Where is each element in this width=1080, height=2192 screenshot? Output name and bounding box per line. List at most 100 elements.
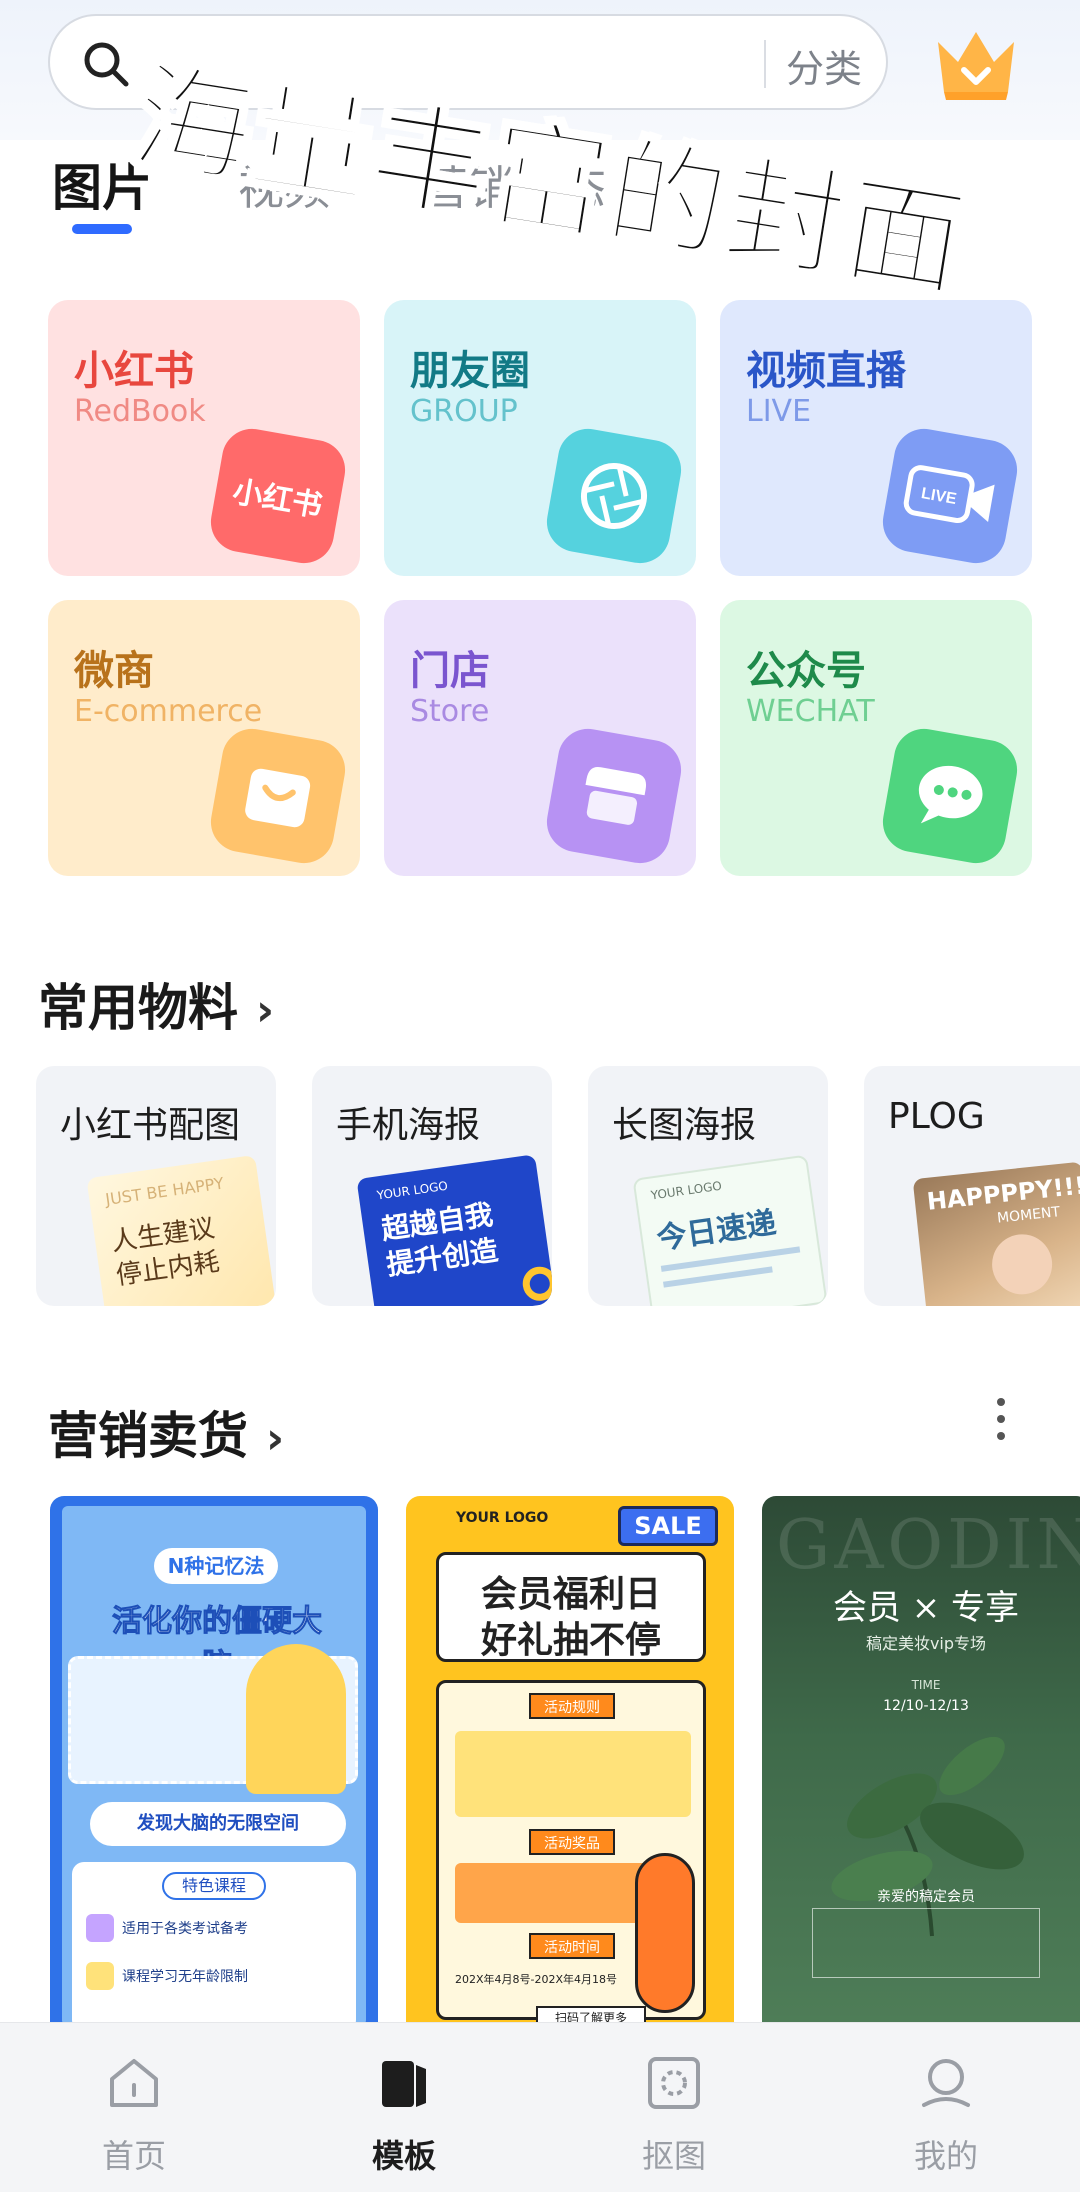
nav-label: 抠图 <box>641 2137 706 2175</box>
category-card-redbook[interactable]: 小红书 RedBook 小红书 <box>48 300 360 576</box>
poster-headline: 会员 × 专享 <box>832 1588 1020 1628</box>
category-grid: 小红书 RedBook 小红书 朋友圈 GROUP 视频直播 LIVE LIVE… <box>48 300 1032 876</box>
category-title: 朋友圈 <box>410 348 530 394</box>
category-title: 公众号 <box>746 648 866 694</box>
thumb-decoration <box>520 1264 552 1303</box>
category-subtitle: E-commerce <box>74 694 263 729</box>
search-divider <box>764 40 766 88</box>
poster-sub: 特色课程 <box>162 1872 266 1900</box>
poster-time-label: TIME <box>911 1678 941 1692</box>
store-icon <box>542 724 686 868</box>
material-card-long-poster[interactable]: 长图海报 YOUR LOGO 今日速递 <box>588 1066 828 1306</box>
tab-videos[interactable]: 视频 <box>238 152 330 218</box>
material-label: 长图海报 <box>612 1105 757 1146</box>
poster-time: 202X年4月8号-202X年4月18号 <box>455 1973 618 1986</box>
poster-bullet <box>86 1914 114 1942</box>
category-subtitle: GROUP <box>410 394 518 429</box>
home-icon <box>110 2059 158 2107</box>
category-card-ecommerce[interactable]: 微商 E-commerce <box>48 600 360 876</box>
category-title: 视频直播 <box>746 348 906 394</box>
common-materials-row: 小红书配图 JUST BE HAPPY 人生建议 停止内耗 手机海报 YOUR … <box>36 1066 1080 1306</box>
memory-course-poster[interactable]: N种记忆法 活化你的僵硬大脑 发现大脑的无限空间 特色课程 适用于各类考试备考 … <box>50 1496 378 2026</box>
nav-profile[interactable]: 我的 <box>846 2053 1046 2183</box>
poster-headline: 会员福利日 <box>480 1574 661 1615</box>
material-card-plog[interactable]: PLOG HAPPPPY!!! MOMENT <box>864 1066 1080 1306</box>
category-card-live[interactable]: 视频直播 LIVE LIVE <box>720 300 1032 576</box>
material-thumbnail: YOUR LOGO 超越自我 提升创造 <box>356 1154 552 1306</box>
thumb-caption: JUST BE HAPPY <box>104 1173 225 1210</box>
thumb-photo-face <box>989 1231 1056 1298</box>
category-title: 小红书 <box>74 348 194 394</box>
vip-crown-icon[interactable] <box>928 20 1024 106</box>
shopping-bag-icon <box>206 724 350 868</box>
search-bar[interactable]: 分类 <box>48 14 888 110</box>
live-camera-icon: LIVE <box>878 424 1022 568</box>
material-label: PLOG <box>888 1096 985 1137</box>
material-card-phone-poster[interactable]: 手机海报 YOUR LOGO 超越自我 提升创造 <box>312 1066 552 1306</box>
tab-marketing-updates[interactable]: 营销动态 <box>422 152 606 218</box>
category-subtitle: Store <box>410 694 490 729</box>
category-subtitle: WECHAT <box>746 694 875 729</box>
thumb-line <box>663 1266 773 1288</box>
category-subtitle: LIVE <box>746 394 812 429</box>
thumb-text: 人生建议 停止内耗 <box>109 1213 222 1292</box>
poster-header: N种记忆法 <box>154 1548 278 1584</box>
content-tabs: 图片 视频 营销动态 <box>52 148 752 238</box>
category-card-moments[interactable]: 朋友圈 GROUP <box>384 300 696 576</box>
category-title: 微商 <box>74 648 154 694</box>
nav-templates[interactable]: 模板 <box>304 2053 504 2183</box>
poster-rules-box: 活动规则 活动奖品 活动时间 202X年4月8号-202X年4月18号 <box>436 1680 706 2020</box>
marketing-posters-row: N种记忆法 活化你的僵硬大脑 发现大脑的无限空间 特色课程 适用于各类考试备考 … <box>50 1496 1080 2026</box>
member-benefit-poster[interactable]: YOUR LOGO SALE 会员福利日 好礼抽不停 活动规则 活动奖品 活动时… <box>406 1496 734 2026</box>
more-options-icon[interactable] <box>994 1398 1008 1446</box>
poster-line: 适用于各类考试备考 <box>122 1921 248 1937</box>
material-thumbnail: HAPPPPY!!! MOMENT <box>912 1161 1080 1306</box>
poster-logo: YOUR LOGO <box>456 1510 549 1526</box>
poster-bullet <box>86 1962 114 1990</box>
nav-label: 首页 <box>101 2137 166 2175</box>
template-icon <box>382 2061 426 2107</box>
thumb-text: 超越自我 提升创造 <box>379 1197 500 1282</box>
vip-member-poster[interactable]: GAODING 会员 × 专享 稿定美妆vip专场 TIME 12/10-12/… <box>762 1496 1080 2026</box>
active-tab-indicator <box>72 224 132 234</box>
svg-text:LIVE: LIVE <box>920 485 958 508</box>
poster-brand-watermark: GAODING <box>776 1506 1080 1585</box>
poster-frame <box>812 1908 1040 1978</box>
top-bar: 分类 <box>0 0 1080 140</box>
cutout-icon <box>648 2057 700 2109</box>
tab-images[interactable]: 图片 <box>52 148 152 220</box>
nav-cutout[interactable]: 抠图 <box>574 2053 774 2183</box>
thumb-caption: YOUR LOGO <box>375 1178 449 1203</box>
section-title-common-materials[interactable]: 常用物料 › <box>38 968 274 1040</box>
nav-label: 我的 <box>913 2137 978 2175</box>
profile-icon <box>922 2059 970 2107</box>
poster-illustration <box>246 1644 346 1794</box>
wechat-icon <box>878 724 1022 868</box>
thumb-text: 今日速递 <box>654 1205 779 1257</box>
material-thumbnail: JUST BE HAPPY 人生建议 停止内耗 <box>86 1154 276 1306</box>
material-label: 手机海报 <box>336 1105 481 1146</box>
material-thumbnail: YOUR LOGO 今日速递 <box>632 1154 828 1306</box>
poster-sub: 稿定美妆vip专场 <box>865 1634 987 1653</box>
section-title-marketing[interactable]: 营销卖货 › <box>48 1396 284 1468</box>
poster-tag: 活动规则 <box>529 1693 615 1719</box>
poster-time: 12/10-12/13 <box>883 1698 969 1714</box>
poster-headline: 好礼抽不停 <box>480 1620 661 1661</box>
poster-greeting: 亲爱的稿定会员 <box>877 1889 975 1905</box>
material-card-redbook[interactable]: 小红书配图 JUST BE HAPPY 人生建议 停止内耗 <box>36 1066 276 1306</box>
category-card-store[interactable]: 门店 Store <box>384 600 696 876</box>
poster-list <box>455 1731 691 1817</box>
poster-course-box: 特色课程 适用于各类考试备考 课程学习无年龄限制 <box>72 1862 356 2026</box>
chevron-right-icon: › <box>256 985 275 1036</box>
nav-label: 模板 <box>371 2137 436 2175</box>
category-button[interactable]: 分类 <box>786 38 862 93</box>
nav-home[interactable]: 首页 <box>34 2053 234 2183</box>
material-label: 小红书配图 <box>60 1105 241 1146</box>
camera-shutter-icon <box>542 424 686 568</box>
category-card-wechat[interactable]: 公众号 WECHAT <box>720 600 1032 876</box>
thumb-caption: YOUR LOGO <box>649 1178 723 1203</box>
poster-line: 课程学习无年龄限制 <box>122 1969 248 1985</box>
section-label: 营销卖货 <box>48 1407 248 1465</box>
search-icon <box>84 42 129 87</box>
poster-headline-box: 会员福利日 好礼抽不停 <box>436 1552 706 1662</box>
